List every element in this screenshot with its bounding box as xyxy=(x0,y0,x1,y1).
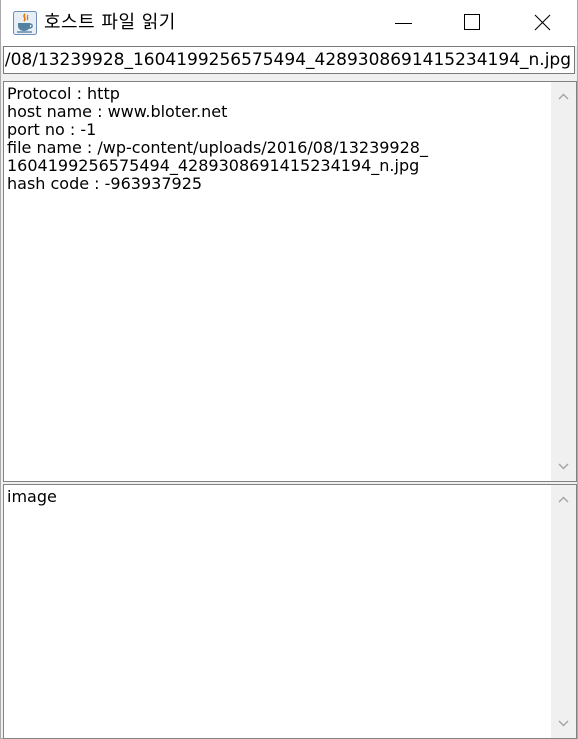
scroll-up-arrow-icon[interactable] xyxy=(557,493,570,506)
url-input[interactable]: ads/2016/08/13239928_1604199256575494_42… xyxy=(3,46,575,74)
file-name-continued-line: 1604199256575494_4289308691415234194_n.j… xyxy=(7,156,420,175)
image-text-area[interactable]: image xyxy=(3,484,577,739)
image-vertical-scrollbar[interactable] xyxy=(551,485,576,738)
file-name-line: file name : /wp-content/uploads/2016/08/… xyxy=(7,138,428,157)
maximize-button[interactable] xyxy=(450,0,496,46)
window-title: 호스트 파일 읽기 xyxy=(44,12,176,33)
image-content: image xyxy=(7,488,548,506)
close-icon xyxy=(534,14,551,31)
maximize-icon xyxy=(464,14,480,30)
close-button[interactable] xyxy=(520,0,566,46)
image-label: image xyxy=(7,487,57,506)
app-window: 호스트 파일 읽기 ads/2016/08/13239928_160419925… xyxy=(0,0,578,739)
java-coffee-cup-icon xyxy=(13,11,37,35)
title-bar[interactable]: 호스트 파일 읽기 xyxy=(1,0,577,46)
scroll-down-arrow-icon[interactable] xyxy=(557,460,570,473)
host-name-line: host name : www.bloter.net xyxy=(7,102,228,121)
url-info-text-area[interactable]: Protocol : http host name : www.bloter.n… xyxy=(3,81,577,482)
info-vertical-scrollbar[interactable] xyxy=(551,82,576,481)
minimize-button[interactable] xyxy=(381,0,427,46)
protocol-line: Protocol : http xyxy=(7,84,120,103)
scroll-up-arrow-icon[interactable] xyxy=(557,90,570,103)
url-info-content: Protocol : http host name : www.bloter.n… xyxy=(7,85,548,193)
port-line: port no : -1 xyxy=(7,120,97,139)
minimize-icon xyxy=(395,23,412,24)
hash-code-line: hash code : -963937925 xyxy=(7,174,203,193)
url-input-value: ads/2016/08/13239928_1604199256575494_42… xyxy=(4,50,571,70)
scroll-down-arrow-icon[interactable] xyxy=(557,717,570,730)
